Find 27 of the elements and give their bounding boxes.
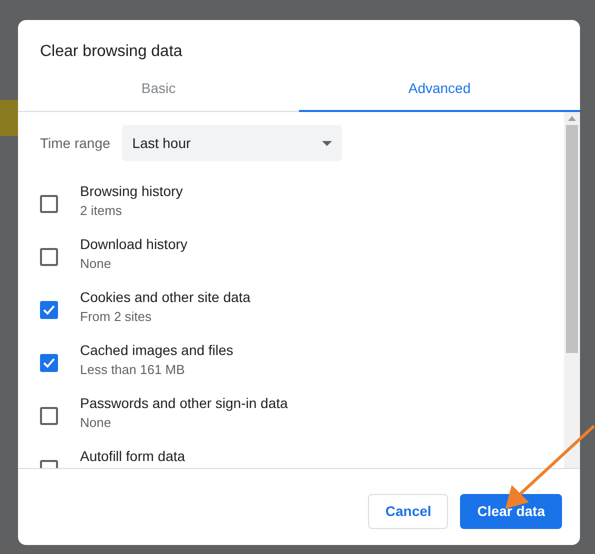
checkbox[interactable] bbox=[40, 301, 58, 319]
time-range-dropdown[interactable]: Last hour bbox=[122, 125, 342, 161]
tab[interactable]: Advanced bbox=[299, 66, 580, 112]
option-label: Browsing history bbox=[80, 183, 183, 200]
cancel-button[interactable]: Cancel bbox=[368, 494, 448, 529]
tab[interactable]: Basic bbox=[18, 66, 299, 112]
checkbox[interactable] bbox=[40, 195, 58, 213]
option-label: Passwords and other sign-in data bbox=[80, 395, 288, 412]
dialog-title: Clear browsing data bbox=[39, 42, 184, 62]
time-range-label: Time range bbox=[40, 134, 110, 153]
option-label: Autofill form data bbox=[80, 448, 186, 466]
scrollbar[interactable] bbox=[564, 112, 580, 468]
option-label: Download history bbox=[80, 236, 188, 254]
caret-icon bbox=[322, 140, 332, 146]
option-detail: 2 items bbox=[80, 202, 123, 220]
option-label: Cookies and other site data bbox=[80, 289, 250, 306]
scrollbar-thumb[interactable] bbox=[566, 125, 578, 353]
option-detail: Less than 161 MB bbox=[80, 360, 186, 378]
scroll-up-icon[interactable] bbox=[568, 116, 576, 121]
checkbox[interactable] bbox=[40, 407, 58, 425]
page-background-highlight bbox=[0, 100, 18, 136]
option-detail: From 2 sites bbox=[80, 308, 153, 326]
option-label: Cached images and files bbox=[80, 342, 234, 360]
option-detail: None bbox=[80, 254, 112, 272]
checkbox[interactable] bbox=[40, 248, 58, 266]
option-detail: None bbox=[80, 414, 112, 432]
checkbox[interactable] bbox=[40, 354, 58, 372]
